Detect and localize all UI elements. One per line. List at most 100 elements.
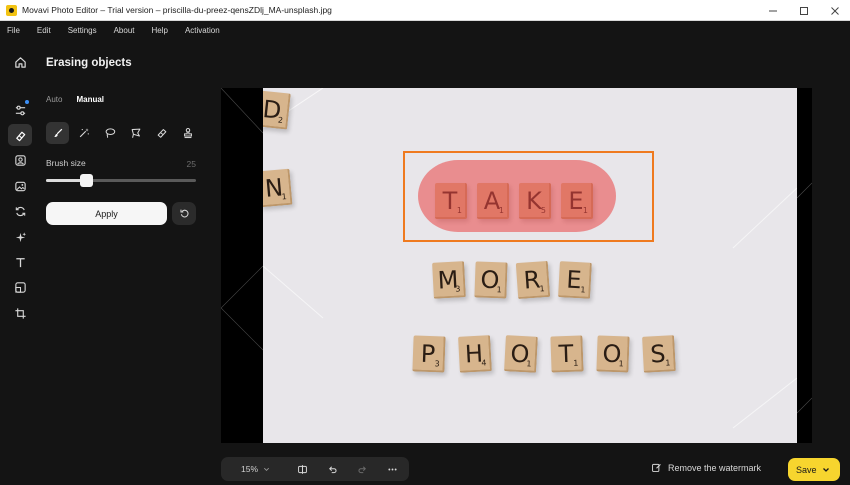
brush-icon: [53, 128, 62, 137]
home-icon: [14, 56, 26, 68]
apply-button[interactable]: Apply: [46, 202, 167, 225]
crop-button[interactable]: [8, 302, 32, 324]
selection-box[interactable]: [403, 151, 654, 242]
letter-tile: E1: [558, 261, 592, 299]
eraser-tool-icon: [157, 129, 166, 138]
portrait-button[interactable]: [8, 149, 32, 171]
frames-button[interactable]: [8, 276, 32, 298]
adjust-button[interactable]: [8, 99, 32, 121]
minimize-icon[interactable]: [757, 0, 788, 21]
bottom-toolbar: 15%: [221, 457, 409, 481]
polygon-lasso-icon: [131, 128, 140, 138]
brush-tool-button[interactable]: [46, 122, 69, 144]
redo-icon: [357, 465, 366, 473]
adjust-sliders-icon: [15, 105, 25, 115]
more-button[interactable]: [377, 457, 407, 481]
tile-score: 1: [496, 285, 502, 295]
panel-title: Erasing objects: [46, 57, 132, 69]
menu-edit[interactable]: Edit: [37, 26, 51, 35]
tile-score: 1: [539, 284, 545, 294]
erase-objects-button[interactable]: [8, 124, 32, 146]
tile-score: 1: [526, 359, 532, 369]
image-canvas[interactable]: D2N1T1A1K5E1M3O1R1E1P3H4O1T1O1S1: [221, 88, 812, 443]
menu-file[interactable]: File: [7, 26, 20, 35]
text-button[interactable]: [8, 251, 32, 273]
tile-score: 3: [434, 359, 440, 369]
letter-tiles: D2N1T1A1K5E1M3O1R1E1P3H4O1T1O1S1: [263, 88, 797, 443]
home-button[interactable]: [8, 51, 32, 73]
letter-tile: T1: [550, 335, 584, 373]
undo-icon: [328, 465, 337, 473]
tile-score: 1: [573, 358, 579, 368]
save-label: Save: [796, 464, 817, 475]
frame-icon: [14, 281, 26, 293]
tool-rail: [0, 39, 38, 485]
tile-score: 4: [481, 358, 487, 368]
tile-score: 1: [580, 285, 586, 295]
remove-watermark-link[interactable]: Remove the watermark: [651, 462, 761, 473]
crop-icon: [14, 307, 26, 319]
window-controls: [757, 0, 850, 21]
text-icon: [15, 257, 25, 267]
brush-size-slider[interactable]: [46, 174, 196, 188]
replace-background-button[interactable]: [8, 200, 32, 222]
photo[interactable]: D2N1T1A1K5E1M3O1R1E1P3H4O1T1O1S1: [263, 88, 797, 443]
letter-tile: S1: [642, 335, 676, 373]
lasso-tool-button[interactable]: [98, 122, 121, 144]
menu-settings[interactable]: Settings: [68, 26, 97, 35]
brush-size-label: Brush size: [46, 158, 86, 168]
zoom-select[interactable]: 15%: [221, 464, 287, 474]
maximize-icon[interactable]: [788, 0, 819, 21]
replace-icon: [15, 206, 25, 216]
letter-tile: R1: [515, 260, 551, 300]
letter-tile: O1: [504, 335, 538, 373]
compare-icon: [297, 464, 307, 474]
app-logo-icon: [6, 4, 17, 16]
magic-wand-icon: [79, 128, 89, 138]
menu-activation[interactable]: Activation: [185, 26, 220, 35]
effects-button[interactable]: [8, 226, 32, 248]
chevron-down-icon: [264, 467, 270, 471]
erasing-panel: Erasing objects Auto Manual Brush size 2…: [38, 39, 208, 485]
reset-button[interactable]: [172, 202, 196, 225]
tab-auto[interactable]: Auto: [46, 95, 62, 104]
image-button[interactable]: [8, 175, 32, 197]
redo-button[interactable]: [347, 457, 377, 481]
tile-score: 2: [277, 115, 284, 126]
portrait-icon: [14, 154, 26, 166]
slider-thumb[interactable]: [80, 174, 93, 187]
magic-wand-tool-button[interactable]: [72, 122, 95, 144]
letter-tile: O1: [596, 335, 630, 373]
tile-score: 3: [455, 284, 461, 294]
title-bar: Movavi Photo Editor – Trial version – pr…: [0, 0, 850, 21]
reset-icon: [179, 209, 188, 218]
chevron-down-icon: [822, 467, 829, 472]
polygon-lasso-tool-button[interactable]: [124, 122, 147, 144]
letter-tile: M3: [432, 261, 466, 299]
compare-button[interactable]: [287, 457, 317, 481]
image-icon: [14, 181, 26, 191]
menu-bar: File Edit Settings About Help Activation: [0, 21, 850, 39]
remove-watermark-label: Remove the watermark: [668, 462, 762, 473]
tab-manual[interactable]: Manual: [76, 95, 104, 104]
eraser-icon: [15, 131, 25, 141]
edit-watermark-icon: [652, 463, 661, 472]
eraser-tool-button[interactable]: [150, 122, 173, 144]
letter-tile: P3: [412, 335, 446, 373]
tile-score: 1: [618, 359, 624, 369]
close-icon[interactable]: [819, 0, 850, 21]
sparkle-icon: [15, 231, 26, 242]
save-button[interactable]: Save: [788, 458, 840, 481]
letter-tile: O1: [474, 261, 508, 299]
menu-about[interactable]: About: [114, 26, 135, 35]
tile-score: 1: [281, 192, 288, 202]
brush-size-value: 25: [186, 159, 196, 169]
clone-stamp-tool-button[interactable]: [176, 122, 199, 144]
undo-button[interactable]: [317, 457, 347, 481]
menu-help[interactable]: Help: [152, 26, 168, 35]
selection-tools: [46, 122, 199, 144]
window-title: Movavi Photo Editor – Trial version – pr…: [22, 5, 332, 15]
tile-score: 1: [665, 358, 671, 368]
zoom-value: 15%: [241, 464, 259, 474]
new-badge: [25, 100, 29, 104]
